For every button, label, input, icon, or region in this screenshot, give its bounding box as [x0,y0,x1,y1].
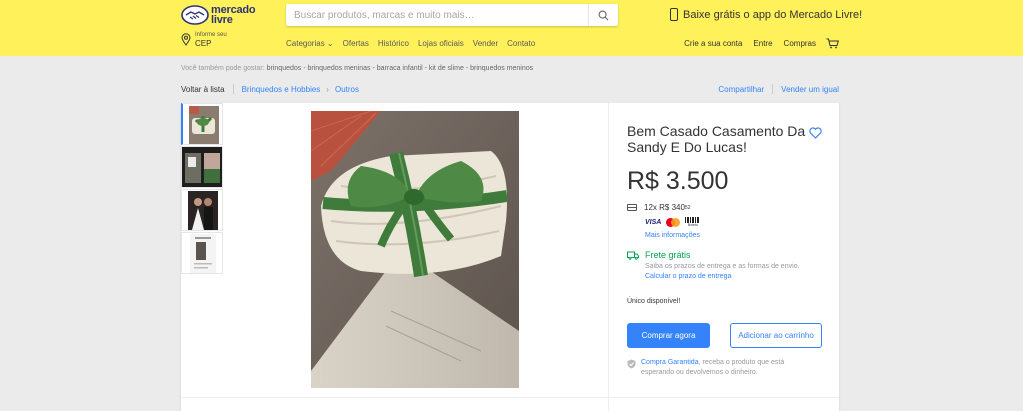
installments-value: 12x R$ 340 [644,203,685,212]
calculate-shipping-link[interactable]: Calcular o prazo de entrega [645,273,731,280]
thumbnail-image [188,191,218,230]
sell-same-link[interactable]: Vender um igual [781,85,839,94]
buy-box: Bem Casado Casamento Da Sandy E Do Lucas… [627,123,827,376]
stock-status: Único disponível! [627,298,681,305]
create-account-link[interactable]: Crie a sua conta [684,39,742,48]
app-download-text: Baixe grátis o app do Mercado Livre! [683,8,863,21]
main-nav: Categorias ⌄ Ofertas Histórico Lojas ofi… [286,39,544,48]
back-to-list-link[interactable]: Voltar à lista [181,85,225,94]
search-icon [598,10,609,20]
thumbnail-2[interactable] [181,146,223,188]
main-product-image[interactable] [311,111,519,388]
thumbnail-image [190,234,216,273]
account-nav: Crie a sua conta Entre Compras [673,38,839,49]
search-button[interactable] [588,4,618,26]
product-card: Bem Casado Casamento Da Sandy E Do Lucas… [181,103,839,411]
heart-icon[interactable] [809,127,822,139]
cart-icon[interactable] [826,38,839,49]
shield-icon [627,359,636,369]
installments-cents: 52 [684,204,691,211]
suggestions-label: Você também pode gostar: [181,65,265,72]
chevron-right-icon: › [326,84,329,94]
installments: 12x R$ 340 52 [627,203,690,212]
breadcrumb-category[interactable]: Brinquedos e Hobbies [242,85,321,94]
nav-historico[interactable]: Histórico [378,39,409,48]
purchases-link[interactable]: Compras [784,39,816,48]
search-input[interactable] [286,4,586,26]
thumbnail-3[interactable] [181,189,223,231]
buy-now-button[interactable]: Comprar agora [627,323,710,348]
payment-methods: VISA Boleto [645,217,701,227]
product-price: R$ 3.500 [627,167,729,195]
mercado-livre-logo[interactable]: mercado livre [181,4,261,28]
guarantee-link[interactable]: Compra Garantida [641,359,699,366]
logo-text: mercado livre [211,4,256,26]
credit-card-icon [627,204,637,211]
nav-categorias[interactable]: Categorias ⌄ [286,39,334,48]
share-link[interactable]: Compartilhar [718,85,764,94]
nav-contato[interactable]: Contato [507,39,535,48]
thumbnail-1[interactable] [181,103,223,145]
header: mercado livre Baixe grátis o app do Merc… [0,0,1023,56]
breadcrumb: Voltar à lista Brinquedos e Hobbies › Ou… [181,84,839,94]
column-divider [608,103,609,411]
search-box [286,4,618,26]
visa-icon: VISA [645,218,662,226]
breadcrumb-actions: Compartilhar Vender um igual [718,84,839,94]
nav-ofertas[interactable]: Ofertas [343,39,369,48]
shipping-subtitle: Saiba os prazos de entrega e as formas d… [645,263,800,270]
payment-more-info-link[interactable]: Mais informações [645,232,700,239]
purchase-guarantee: Compra Garantida, receba o produto que e… [627,358,802,378]
thumbnail-image [182,147,222,187]
breadcrumb-divider [772,84,774,94]
handshake-logo-icon [181,5,209,25]
nav-lojas-oficiais[interactable]: Lojas oficiais [418,39,464,48]
free-shipping: Frete grátis [627,250,691,260]
boleto-icon: Boleto [685,217,701,227]
thumbnail-image [189,106,219,144]
bem-casado-photo [311,111,519,388]
guarantee-text: Compra Garantida, receba o produto que e… [641,359,785,376]
suggestions-bar: Você também pode gostar: brinquedos - br… [181,65,533,72]
section-divider [181,397,839,398]
truck-icon [627,251,639,260]
product-title: Bem Casado Casamento Da Sandy E Do Lucas… [627,123,806,155]
login-link[interactable]: Entre [753,39,772,48]
breadcrumb-subcategory[interactable]: Outros [335,85,359,94]
phone-icon [670,8,678,21]
location-pin-icon [181,33,191,46]
free-shipping-title: Frete grátis [645,250,691,260]
thumbnail-4[interactable] [181,232,223,274]
add-to-cart-button[interactable]: Adicionar ao carrinho [730,323,822,348]
cep-value: CEP [195,39,212,48]
nav-vender[interactable]: Vender [473,39,498,48]
suggestions-links[interactable]: brinquedos - brinquedos meninas - barrac… [267,65,534,72]
app-download-banner[interactable]: Baixe grátis o app do Mercado Livre! [670,8,862,21]
breadcrumb-divider [232,84,234,94]
mastercard-icon [666,217,681,227]
cep-label: Informe seu [195,32,227,38]
